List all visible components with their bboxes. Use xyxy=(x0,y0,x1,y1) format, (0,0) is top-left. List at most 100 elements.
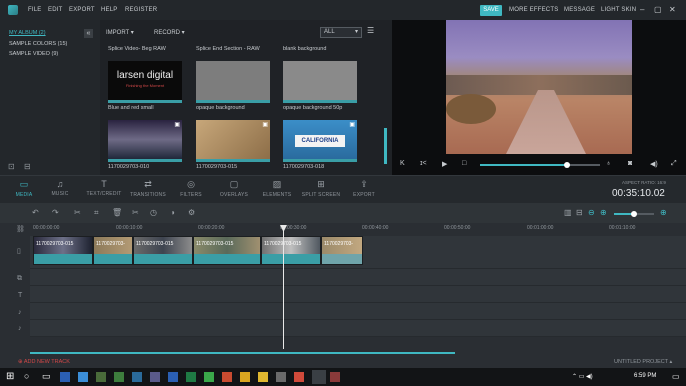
notification-icon[interactable]: ▭ xyxy=(672,372,680,381)
app-icon[interactable] xyxy=(168,372,178,382)
timeline-clip[interactable]: 1170029703- xyxy=(93,236,133,265)
text-track[interactable] xyxy=(30,286,686,303)
preview-progress-handle[interactable] xyxy=(564,162,570,168)
media-scrollbar[interactable] xyxy=(384,128,387,164)
excel-icon[interactable] xyxy=(186,372,196,382)
light-skin-button[interactable]: LIGHT SKIN xyxy=(601,7,636,13)
zoom-slider-handle[interactable] xyxy=(631,211,637,217)
maximize-icon[interactable]: ▢ xyxy=(654,5,662,14)
volume-icon[interactable]: ◀) xyxy=(650,160,658,168)
timeline-ruler[interactable]: 00:00:00:00 00:00:10:00 00:00:20:00 00:0… xyxy=(30,223,686,235)
timeline-clip[interactable]: 1170029703- xyxy=(321,236,363,265)
close-icon[interactable]: ✕ xyxy=(669,5,676,14)
split-icon[interactable]: ✂ xyxy=(132,208,139,217)
import-dropdown[interactable]: IMPORT ▾ xyxy=(106,29,134,36)
undo-icon[interactable]: ↶ xyxy=(32,208,39,217)
menu-export[interactable]: EXPORT xyxy=(69,7,95,13)
save-button[interactable]: SAVE xyxy=(480,5,502,16)
app-icon[interactable] xyxy=(294,372,304,382)
render-icon[interactable]: ⊟ xyxy=(576,208,583,217)
crop-icon[interactable]: ⌗ xyxy=(94,208,99,218)
record-dropdown[interactable]: RECORD ▾ xyxy=(154,29,185,36)
tab-filters[interactable]: ◎ FILTERS xyxy=(171,176,211,198)
playhead[interactable] xyxy=(283,225,284,349)
fullscreen-icon[interactable]: ⤢ xyxy=(671,160,677,168)
ie-icon[interactable] xyxy=(78,372,88,382)
app-icon[interactable] xyxy=(114,372,124,382)
album-sample-colors[interactable]: SAMPLE COLORS (15) xyxy=(9,41,67,47)
delete-folder-icon[interactable]: ⊟ xyxy=(24,162,31,171)
message-button[interactable]: MESSAGE xyxy=(564,7,595,13)
link-icon[interactable]: ⛓ xyxy=(16,225,25,233)
media-thumb-splice-end[interactable] xyxy=(196,61,270,103)
tab-split-screen[interactable]: ⊞ SPLIT SCREEN xyxy=(301,176,341,198)
media-thumb-010[interactable]: ▣ xyxy=(108,120,182,162)
media-filter-select[interactable]: ALL ▾ xyxy=(320,27,362,38)
speed-icon[interactable]: ◷ xyxy=(150,208,157,217)
menu-edit[interactable]: EDIT xyxy=(48,7,62,13)
album-sample-video[interactable]: SAMPLE VIDEO (9) xyxy=(9,51,58,57)
overlay-track[interactable] xyxy=(30,269,686,286)
app-icon[interactable] xyxy=(330,372,340,382)
add-folder-icon[interactable]: ⊡ xyxy=(8,162,15,171)
word-icon[interactable] xyxy=(60,372,70,382)
snapshot-icon[interactable]: ◙ xyxy=(628,160,632,167)
timeline-clip[interactable]: 1170029703-015 xyxy=(261,236,321,265)
app-icon[interactable] xyxy=(96,372,106,382)
media-thumb-018[interactable]: CALIFORNIA ▣ xyxy=(283,120,357,162)
microphone-icon[interactable]: ♁ xyxy=(606,160,611,167)
audio-meter-icon[interactable]: ▥ xyxy=(564,208,572,217)
app-icon[interactable] xyxy=(150,372,160,382)
collapse-panel-icon[interactable]: « xyxy=(84,29,93,38)
stop-icon[interactable]: □ xyxy=(462,160,466,167)
app-icon[interactable] xyxy=(258,372,268,382)
list-view-icon[interactable]: ☰ xyxy=(367,26,374,35)
windows-start-icon[interactable]: ⊞ xyxy=(6,371,14,382)
media-thumb-015[interactable]: ▣ xyxy=(196,120,270,162)
delete-icon[interactable]: 🗑 xyxy=(112,208,122,217)
tab-text-credit[interactable]: T TEXT/CREDIT xyxy=(84,176,124,197)
skip-back-icon[interactable]: K xyxy=(400,160,405,167)
search-icon[interactable]: ○ xyxy=(24,371,29,381)
tab-transitions[interactable]: ⇄ TRANSITIONS xyxy=(128,176,168,198)
menu-register[interactable]: REGISTER xyxy=(125,7,157,13)
task-view-icon[interactable]: ▭ xyxy=(42,371,51,382)
settings-icon[interactable]: ⚙ xyxy=(188,208,195,217)
tab-export[interactable]: ⇪ EXPORT xyxy=(344,176,384,198)
filmora-taskbar-icon[interactable] xyxy=(312,370,326,384)
menu-file[interactable]: FILE xyxy=(28,7,41,13)
redo-icon[interactable]: ↷ xyxy=(52,208,59,217)
powerpoint-icon[interactable] xyxy=(222,372,232,382)
timeline-clip[interactable]: 1170029703-015 xyxy=(133,236,193,265)
step-back-icon[interactable]: ɪ< xyxy=(420,160,427,167)
app-icon[interactable] xyxy=(276,372,286,382)
folder-icon[interactable] xyxy=(240,372,250,382)
media-thumb-larsen[interactable]: larsen digital Finishing the Moment xyxy=(108,61,182,103)
music-track-1[interactable] xyxy=(30,303,686,320)
tab-media[interactable]: ▭ MEDIA xyxy=(4,176,44,198)
zoom-plus-icon[interactable]: ⊕ xyxy=(660,208,667,217)
timeline-clip[interactable]: 1170029703-015 xyxy=(33,236,93,265)
zoom-out-icon[interactable]: ⊖ xyxy=(588,208,595,217)
zoom-in-icon[interactable]: ⊕ xyxy=(600,208,607,217)
color-icon[interactable]: ◑ xyxy=(170,208,175,217)
tab-overlays[interactable]: ▢ OVERLAYS xyxy=(214,176,254,198)
timeline-scrollbar[interactable] xyxy=(30,352,455,354)
video-track[interactable]: 1170029703-015 1170029703- 1170029703-01… xyxy=(30,236,686,269)
tab-music[interactable]: ♫ MUSIC xyxy=(40,176,80,197)
play-icon[interactable]: ▶ xyxy=(442,160,447,168)
cut-icon[interactable]: ✂ xyxy=(74,208,81,217)
media-thumb-blank[interactable] xyxy=(283,61,357,103)
add-track-button[interactable]: ⊕ ADD NEW TRACK xyxy=(18,359,70,365)
minimize-icon[interactable]: – xyxy=(640,5,644,14)
app-icon[interactable] xyxy=(132,372,142,382)
music-track-2[interactable] xyxy=(30,320,686,337)
app-icon[interactable] xyxy=(204,372,214,382)
timeline-clip[interactable]: 1170029703-015 xyxy=(193,236,261,265)
album-my-album[interactable]: MY ALBUM (2) xyxy=(9,30,46,36)
more-effects-button[interactable]: MORE EFFECTS xyxy=(509,7,558,13)
preview-progress-track[interactable] xyxy=(480,164,600,166)
tab-elements[interactable]: ▨ ELEMENTS xyxy=(257,176,297,198)
menu-help[interactable]: HELP xyxy=(101,7,117,13)
system-tray-icons[interactable]: ⌃ ▭ ◀) xyxy=(572,373,593,380)
